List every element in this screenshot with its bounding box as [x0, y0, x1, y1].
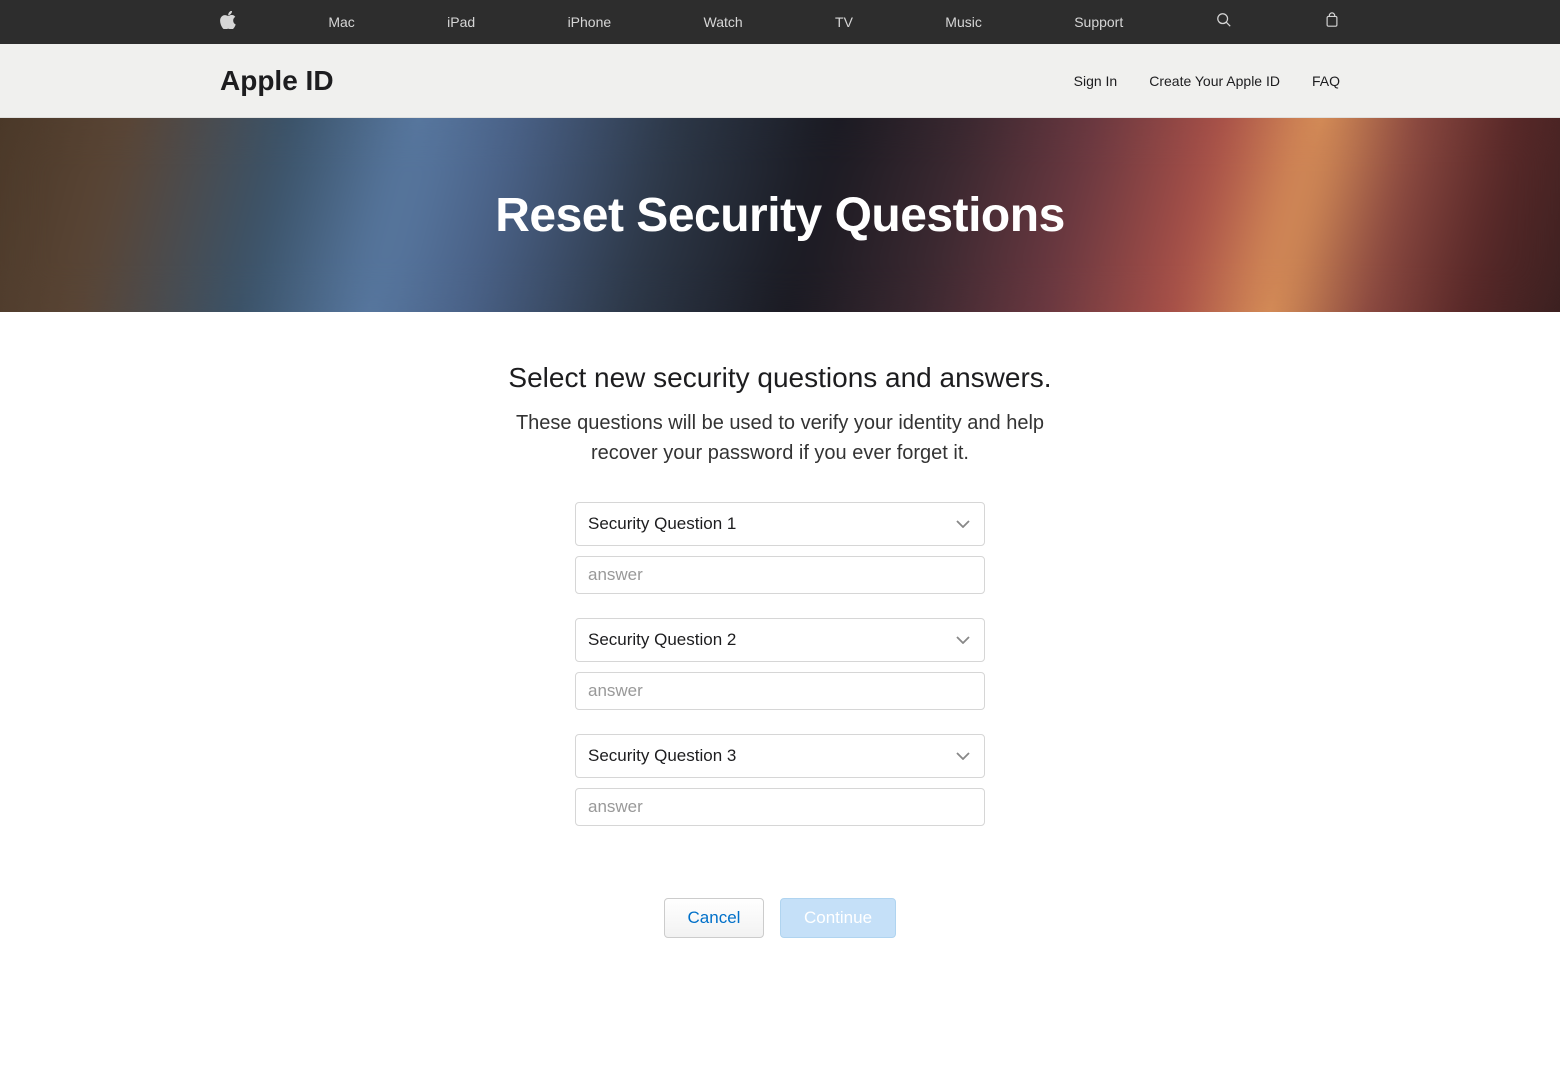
security-question-2-select[interactable]: Security Question 2	[575, 618, 985, 662]
answer-2-input[interactable]	[575, 672, 985, 710]
security-questions-form: Security Question 1 Security Question 2 …	[575, 502, 985, 938]
hero-title: Reset Security Questions	[495, 188, 1065, 243]
nav-music[interactable]: Music	[945, 14, 982, 30]
nav-iphone[interactable]: iPhone	[568, 14, 612, 30]
question-group-1: Security Question 1	[575, 502, 985, 594]
answer-1-input[interactable]	[575, 556, 985, 594]
apple-logo-icon[interactable]	[220, 11, 236, 34]
main-content: Select new security questions and answer…	[0, 312, 1560, 978]
nav-ipad[interactable]: iPad	[447, 14, 475, 30]
nav-tv[interactable]: TV	[835, 14, 853, 30]
security-question-3-select[interactable]: Security Question 3	[575, 734, 985, 778]
subnav-faq[interactable]: FAQ	[1312, 73, 1340, 89]
hero-banner: Reset Security Questions	[0, 118, 1560, 312]
nav-support[interactable]: Support	[1074, 14, 1123, 30]
section-heading: Select new security questions and answer…	[508, 362, 1051, 394]
security-question-2-label: Security Question 2	[588, 630, 736, 650]
chevron-down-icon	[956, 631, 970, 649]
cancel-button[interactable]: Cancel	[664, 898, 764, 938]
button-row: Cancel Continue	[575, 898, 985, 938]
brand-title: Apple ID	[220, 65, 334, 97]
sub-nav: Apple ID Sign In Create Your Apple ID FA…	[0, 44, 1560, 118]
security-question-1-select[interactable]: Security Question 1	[575, 502, 985, 546]
search-icon[interactable]	[1216, 11, 1232, 34]
bag-icon[interactable]	[1324, 11, 1340, 34]
continue-button[interactable]: Continue	[780, 898, 896, 938]
subnav-create-apple-id[interactable]: Create Your Apple ID	[1149, 73, 1280, 89]
security-question-1-label: Security Question 1	[588, 514, 736, 534]
nav-watch[interactable]: Watch	[704, 14, 743, 30]
chevron-down-icon	[956, 515, 970, 533]
question-group-2: Security Question 2	[575, 618, 985, 710]
section-sub: These questions will be used to verify y…	[500, 408, 1060, 468]
security-question-3-label: Security Question 3	[588, 746, 736, 766]
global-nav: Mac iPad iPhone Watch TV Music Support	[0, 0, 1560, 44]
chevron-down-icon	[956, 747, 970, 765]
nav-mac[interactable]: Mac	[328, 14, 354, 30]
subnav-sign-in[interactable]: Sign In	[1074, 73, 1118, 89]
answer-3-input[interactable]	[575, 788, 985, 826]
question-group-3: Security Question 3	[575, 734, 985, 826]
